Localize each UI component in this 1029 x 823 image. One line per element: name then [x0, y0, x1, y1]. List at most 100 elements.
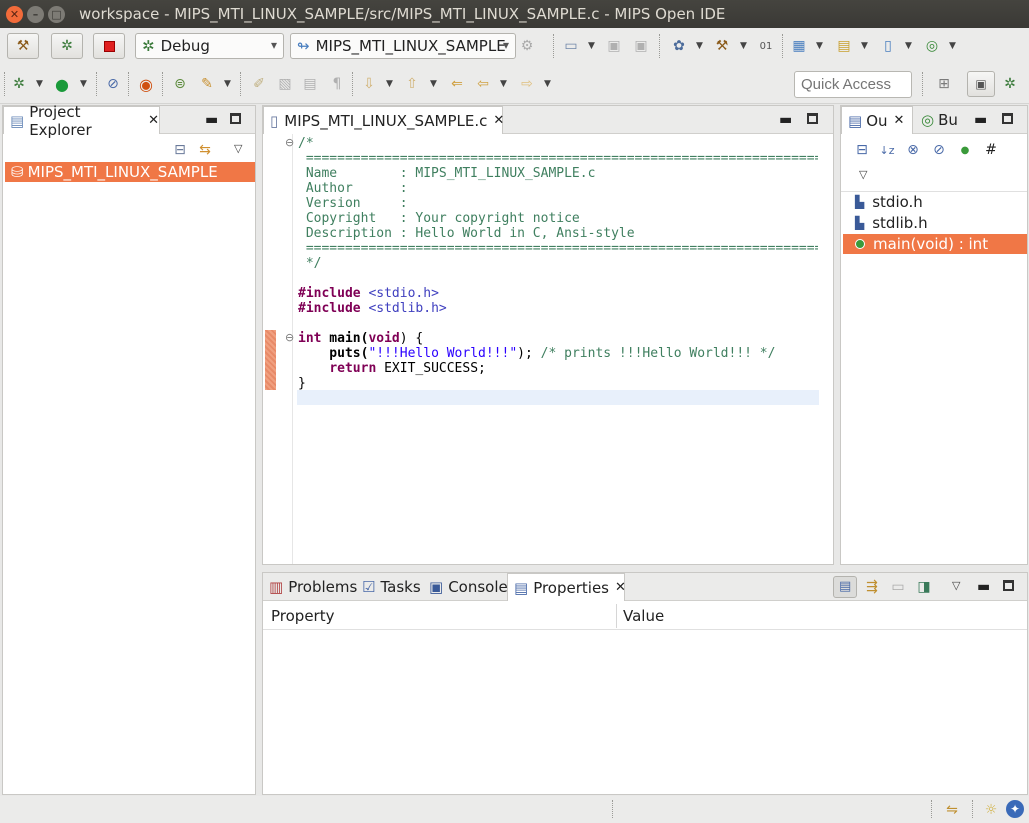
open-perspective-icon[interactable]: ⊞	[935, 75, 953, 93]
progress-icon[interactable]: ⇋	[943, 801, 961, 819]
hide-macros-icon[interactable]: #	[982, 141, 1000, 159]
column-divider[interactable]	[616, 604, 617, 628]
window-minimize-button[interactable]: –	[27, 5, 44, 23]
chevron-down-icon[interactable]: ▼	[36, 79, 43, 89]
launch-target-select[interactable]: ↬ MIPS_MTI_LINUX_SAMPLE ▾	[290, 33, 516, 59]
new-source-icon[interactable]: ▯	[879, 37, 897, 55]
quick-access-input[interactable]	[794, 71, 912, 98]
outline-item[interactable]: ▙ stdlib.h	[843, 213, 1027, 233]
target-icon[interactable]: ✿	[670, 37, 688, 55]
build-config-select[interactable]: ✲ Debug ▾	[135, 33, 284, 59]
chevron-down-icon[interactable]: ▼	[861, 41, 868, 51]
maximize-icon[interactable]	[1003, 580, 1014, 591]
new-file-icon[interactable]: ▭	[562, 37, 580, 55]
maximize-icon[interactable]	[1002, 113, 1013, 124]
column-header-property[interactable]: Property	[271, 607, 334, 625]
chevron-down-icon[interactable]: ▼	[816, 41, 823, 51]
notification-icon[interactable]: ✦	[1006, 800, 1024, 818]
minimize-icon[interactable]: ▬	[205, 112, 218, 128]
debug-perspective-icon[interactable]: ✲	[1001, 75, 1019, 93]
profile-icon[interactable]: ◉	[137, 75, 155, 94]
column-header-value[interactable]: Value	[623, 607, 664, 625]
chevron-down-icon[interactable]: ▼	[224, 79, 231, 89]
binary-icon[interactable]: 01	[757, 37, 775, 55]
chevron-down-icon[interactable]: ▼	[696, 41, 703, 51]
highlight-icon[interactable]: ✐	[250, 75, 268, 93]
fold-icon[interactable]: ⊖	[285, 136, 294, 149]
tab-console[interactable]: ▣ Console	[423, 573, 509, 601]
window-close-button[interactable]: ✕	[6, 5, 23, 23]
chevron-down-icon[interactable]: ▼	[430, 79, 437, 89]
fold-icon[interactable]: ⊖	[285, 331, 294, 344]
tab-tasks[interactable]: ☑ Tasks	[356, 573, 422, 601]
tab-build-targets[interactable]: ◎ Bu	[915, 106, 965, 134]
debug-button[interactable]: ✲	[51, 33, 83, 59]
maximize-icon[interactable]	[230, 113, 241, 124]
view-menu-icon[interactable]: ▽	[234, 142, 242, 155]
c-perspective-button[interactable]: ▣	[967, 71, 995, 97]
show-advanced-icon[interactable]: ⇶	[863, 578, 881, 596]
toggle-mark-icon[interactable]: ▧	[276, 75, 294, 93]
chevron-down-icon[interactable]: ▼	[544, 79, 551, 89]
run-icon[interactable]: ●	[53, 75, 71, 94]
chevron-down-icon[interactable]: ▼	[588, 41, 595, 51]
close-icon[interactable]: ✕	[615, 580, 626, 595]
hide-nonpublic-icon[interactable]: ●	[956, 141, 974, 159]
collapse-all-icon[interactable]: ⊟	[853, 141, 871, 159]
pin-icon[interactable]: ◨	[915, 578, 933, 596]
external-tools-icon[interactable]: ✎	[198, 75, 216, 93]
restore-default-icon[interactable]: ▭	[889, 578, 907, 596]
bug-icon[interactable]: ✲	[10, 75, 28, 93]
tab-project-explorer[interactable]: ▤ Project Explorer ✕	[3, 103, 160, 139]
save-icon[interactable]: ▣	[605, 37, 623, 55]
code-editor[interactable]: /* =====================================…	[298, 134, 819, 564]
close-icon[interactable]: ✕	[493, 113, 504, 128]
collapse-all-icon[interactable]: ⊟	[171, 141, 189, 159]
lightbulb-icon[interactable]: ☼	[982, 801, 1000, 819]
new-folder-icon[interactable]: ▤	[835, 37, 853, 55]
chevron-down-icon[interactable]: ▼	[905, 41, 912, 51]
back-icon[interactable]: ⇦	[474, 75, 492, 93]
new-project-icon[interactable]: ▦	[790, 37, 808, 55]
chevron-down-icon[interactable]: ▼	[740, 41, 747, 51]
hide-fields-icon[interactable]: ⊗	[904, 141, 922, 159]
chevron-down-icon[interactable]: ▼	[500, 79, 507, 89]
sort-icon[interactable]: ↓z	[878, 141, 896, 159]
previous-annotation-icon[interactable]: ⇧	[403, 75, 421, 93]
tree-item-project[interactable]: ⛁ MIPS_MTI_LINUX_SAMPLE	[5, 162, 255, 182]
gear-icon[interactable]: ⚙	[518, 37, 536, 55]
next-annotation-icon[interactable]: ⇩	[360, 75, 378, 93]
minimize-icon[interactable]: ▬	[974, 112, 987, 128]
forward-icon[interactable]: ⇨	[518, 75, 536, 93]
last-edit-icon[interactable]: ⇐	[448, 75, 466, 93]
maximize-icon[interactable]	[807, 113, 818, 124]
hide-static-icon[interactable]: ⊘	[930, 141, 948, 159]
new-class-icon[interactable]: ◎	[923, 37, 941, 55]
open-perspective-icon[interactable]: ⊜	[171, 75, 189, 93]
hammer-icon[interactable]: ⚒	[713, 37, 731, 55]
link-editor-icon[interactable]: ⇆	[196, 141, 214, 159]
show-categories-button[interactable]: ▤	[833, 576, 857, 598]
outline-item-selected[interactable]: main(void) : int	[843, 234, 1027, 254]
close-icon[interactable]: ✕	[148, 113, 159, 128]
tab-problems[interactable]: ▥ Problems	[263, 573, 357, 601]
tab-editor-file[interactable]: ▯ MIPS_MTI_LINUX_SAMPLE.c ✕	[263, 106, 504, 134]
view-menu-icon[interactable]: ▽	[859, 168, 867, 181]
block-selection-icon[interactable]: ▤	[301, 75, 319, 93]
build-button[interactable]: ⚒	[7, 33, 39, 59]
show-whitespace-icon[interactable]: ¶	[328, 75, 346, 93]
skip-breakpoints-icon[interactable]: ⊘	[104, 75, 122, 93]
chevron-down-icon[interactable]: ▼	[386, 79, 393, 89]
minimize-icon[interactable]: ▬	[779, 112, 792, 128]
chevron-down-icon[interactable]: ▼	[949, 41, 956, 51]
save-all-icon[interactable]: ▣	[632, 37, 650, 55]
close-icon[interactable]: ✕	[894, 113, 905, 128]
tab-outline[interactable]: ▤ Ou ✕	[841, 106, 913, 134]
tab-properties[interactable]: ▤ Properties ✕	[507, 573, 626, 601]
outline-item[interactable]: ▙ stdio.h	[843, 192, 1027, 212]
minimize-icon[interactable]: ▬	[977, 579, 990, 595]
chevron-down-icon[interactable]: ▼	[80, 79, 87, 89]
view-menu-icon[interactable]: ▽	[952, 579, 960, 592]
window-maximize-button[interactable]: □	[48, 5, 65, 23]
stop-button[interactable]	[93, 33, 125, 59]
